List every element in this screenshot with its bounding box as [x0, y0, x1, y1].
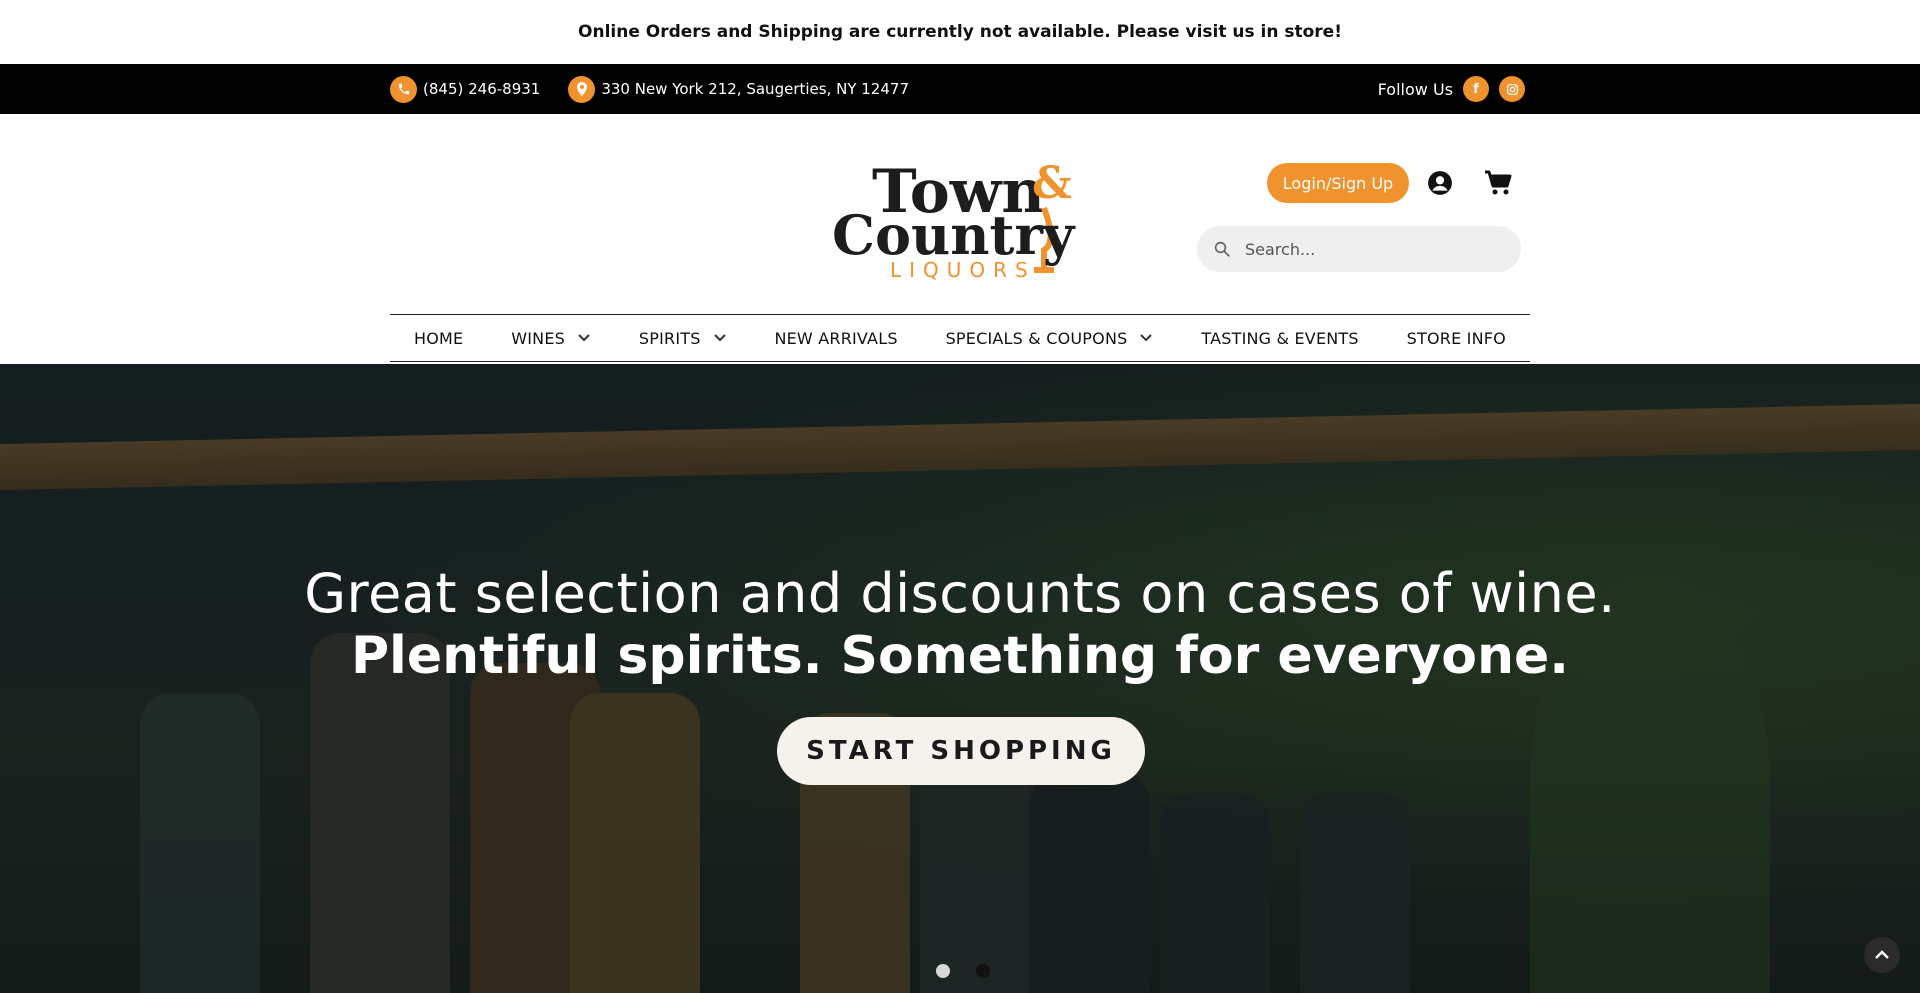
cart-icon[interactable] [1484, 170, 1512, 196]
search-input[interactable] [1245, 239, 1505, 259]
chevron-up-icon [1875, 950, 1889, 959]
hero-headline: Great selection and discounts on cases o… [304, 562, 1616, 625]
chevron-down-icon [1140, 334, 1153, 342]
location-pin-icon [568, 75, 596, 103]
main-nav: HOME WINES SPIRITS NEW ARRIVALS SPECIALS… [390, 314, 1530, 362]
nav-item-store-info[interactable]: STORE INFO [1407, 329, 1506, 348]
follow-us: Follow Us f [1378, 76, 1525, 102]
nav-item-home[interactable]: HOME [414, 329, 463, 348]
nav-item-new-arrivals[interactable]: NEW ARRIVALS [774, 329, 897, 348]
hero-banner: Great selection and discounts on cases o… [0, 364, 1920, 993]
nav-label: TASTING & EVENTS [1201, 328, 1359, 348]
site-header: Town & Country LIQUORS Login/Sign Up [0, 114, 1920, 315]
start-shopping-button[interactable]: START SHOPPING [777, 717, 1145, 785]
phone-icon [390, 75, 417, 103]
town-country-logo[interactable]: Town & Country LIQUORS [832, 150, 1087, 280]
carousel-dot-active[interactable] [976, 964, 990, 978]
nav-label: WINES [511, 328, 565, 348]
store-notice-banner: Online Orders and Shipping are currently… [0, 0, 1920, 64]
notice-text: Online Orders and Shipping are currently… [578, 22, 1342, 42]
login-signup-button[interactable]: Login/Sign Up [1267, 163, 1409, 203]
store-address: 330 New York 212, Saugerties, NY 12477 [601, 80, 909, 98]
logo-liquors: LIQUORS [890, 258, 1036, 280]
search-icon [1214, 241, 1230, 257]
address-contact[interactable]: 330 New York 212, Saugerties, NY 12477 [568, 75, 909, 103]
nav-item-spirits[interactable]: SPIRITS [639, 329, 727, 348]
account-icon[interactable] [1427, 170, 1453, 196]
chevron-down-icon [578, 334, 590, 342]
instagram-icon[interactable] [1499, 76, 1525, 102]
hero-subheadline: Plentiful spirits. Something for everyon… [350, 626, 1570, 686]
chevron-down-icon [713, 334, 726, 342]
contact-bar: (845) 246-8931 330 New York 212, Saugert… [0, 64, 1920, 114]
nav-label: SPIRITS [638, 328, 701, 348]
phone-contact[interactable]: (845) 246-8931 [390, 75, 541, 103]
phone-number: (845) 246-8931 [423, 80, 541, 98]
nav-label: HOME [414, 328, 464, 348]
search-bar[interactable] [1197, 226, 1521, 272]
nav-label: SPECIALS & COUPONS [945, 328, 1128, 348]
carousel-dot[interactable] [936, 964, 950, 978]
nav-item-specials-coupons[interactable]: SPECIALS & COUPONS [946, 329, 1154, 348]
nav-label: NEW ARRIVALS [774, 328, 898, 348]
scroll-to-top-button[interactable] [1864, 937, 1900, 973]
facebook-icon[interactable]: f [1463, 76, 1489, 102]
logo-ampersand: & [1032, 158, 1072, 209]
nav-item-tasting-events[interactable]: TASTING & EVENTS [1201, 329, 1358, 348]
nav-label: STORE INFO [1406, 328, 1506, 348]
nav-item-wines[interactable]: WINES [511, 329, 591, 348]
carousel-dots [936, 964, 990, 978]
follow-label: Follow Us [1377, 79, 1453, 99]
